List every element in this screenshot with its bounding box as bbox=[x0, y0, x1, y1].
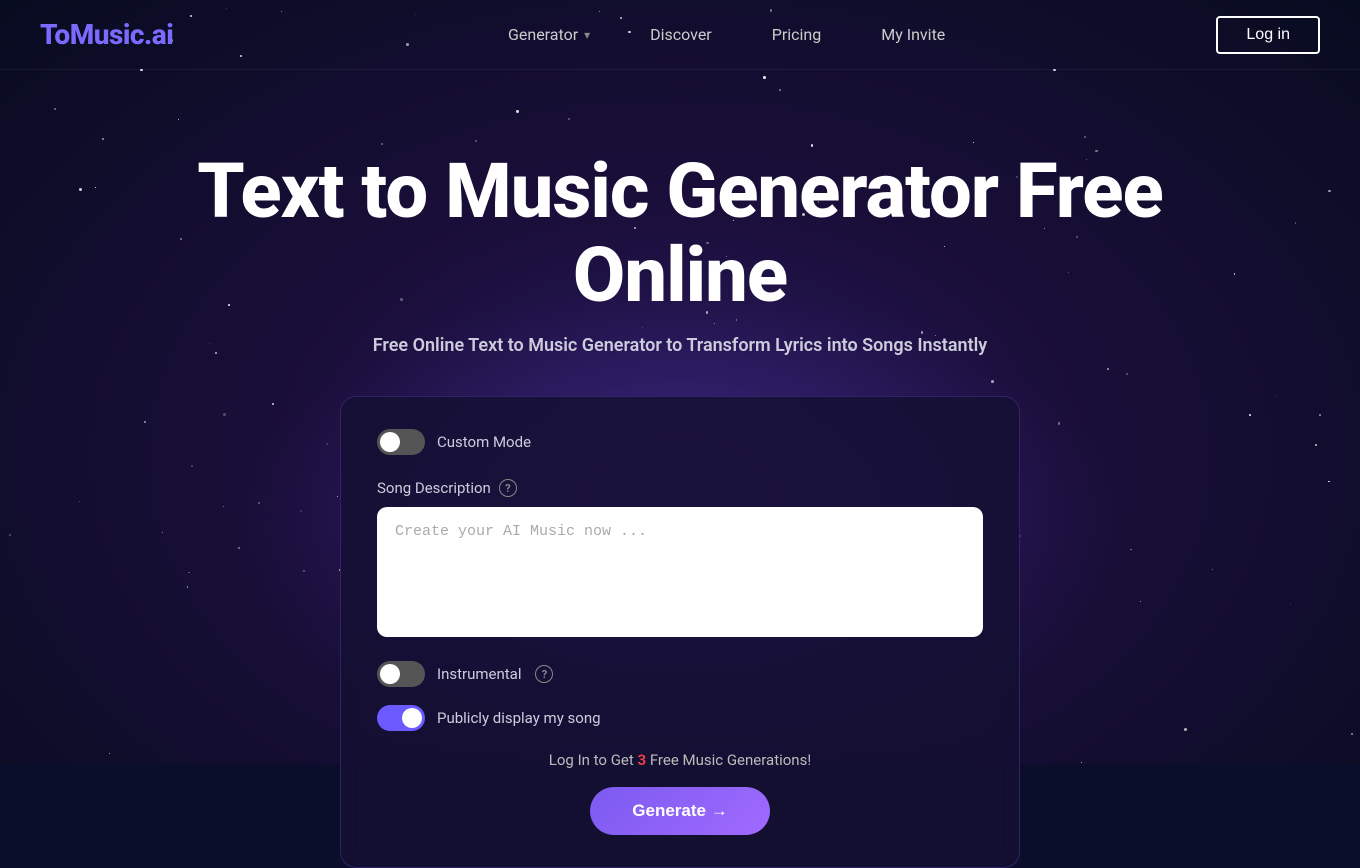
public-display-row: Publicly display my song bbox=[377, 705, 983, 731]
song-description-input[interactable] bbox=[377, 507, 983, 637]
instrumental-help-icon[interactable]: ? bbox=[535, 665, 553, 683]
instrumental-toggle[interactable] bbox=[377, 661, 425, 687]
hero-subtitle: Free Online Text to Music Generator to T… bbox=[0, 335, 1360, 356]
custom-mode-label: Custom Mode bbox=[437, 433, 531, 451]
public-display-label: Publicly display my song bbox=[437, 709, 601, 727]
generate-button[interactable]: Generate → bbox=[590, 787, 770, 835]
song-description-label: Song Description ? bbox=[377, 479, 983, 497]
free-count-badge: 3 bbox=[638, 751, 647, 769]
custom-mode-row: Custom Mode bbox=[377, 429, 983, 455]
toggle-knob bbox=[380, 664, 400, 684]
login-prompt: Log In to Get 3 Free Music Generations! bbox=[377, 751, 983, 769]
hero-title: Text to Music Generator Free Online bbox=[130, 150, 1230, 317]
nav-my-invite[interactable]: My Invite bbox=[851, 17, 975, 52]
nav-discover[interactable]: Discover bbox=[620, 17, 742, 52]
generator-card: Custom Mode Song Description ? Instrumen… bbox=[340, 396, 1020, 868]
chevron-down-icon: ▾ bbox=[584, 28, 590, 42]
custom-mode-toggle[interactable] bbox=[377, 429, 425, 455]
logo-text-main: ToMusic bbox=[40, 18, 144, 51]
toggle-knob bbox=[380, 432, 400, 452]
navbar: ToMusic.ai Generator ▾ Discover Pricing … bbox=[0, 0, 1360, 70]
public-display-toggle[interactable] bbox=[377, 705, 425, 731]
nav-pricing[interactable]: Pricing bbox=[742, 17, 852, 52]
instrumental-label: Instrumental bbox=[437, 665, 521, 683]
hero-section: Text to Music Generator Free Online Free… bbox=[0, 70, 1360, 868]
toggle-knob bbox=[402, 708, 422, 728]
nav-links: Generator ▾ Discover Pricing My Invite bbox=[133, 17, 1320, 52]
login-button[interactable]: Log in bbox=[1216, 16, 1320, 54]
song-description-help-icon[interactable]: ? bbox=[499, 479, 517, 497]
instrumental-row: Instrumental ? bbox=[377, 661, 983, 687]
nav-generator[interactable]: Generator ▾ bbox=[478, 17, 620, 52]
